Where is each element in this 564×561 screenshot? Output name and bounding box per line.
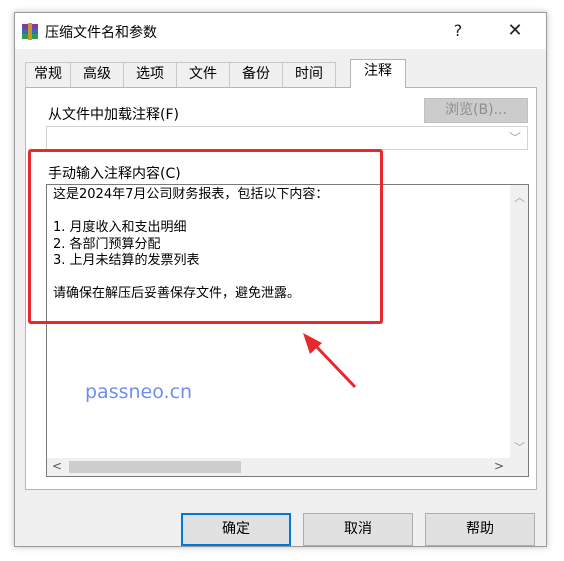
- chevron-down-icon[interactable]: ﹀: [509, 129, 521, 146]
- manual-comment-label: 手动输入注释内容(C): [48, 166, 181, 182]
- title-bar: 压缩文件名和参数 ? ✕: [15, 13, 546, 49]
- tab-files[interactable]: 文件: [176, 62, 230, 87]
- close-icon[interactable]: ✕: [500, 19, 530, 43]
- comment-line: 1. 月度收入和支出明细: [53, 220, 187, 235]
- comment-line: 3. 上月未结算的发票列表: [53, 253, 200, 268]
- watermark: passneo.cn: [85, 381, 193, 403]
- comment-textarea[interactable]: 这是2024年7月公司财务报表，包括以下内容： 1. 月度收入和支出明细 2. …: [46, 184, 529, 477]
- scroll-up-icon[interactable]: ︿: [514, 189, 525, 205]
- comment-file-combo[interactable]: ﹀: [46, 126, 528, 150]
- comment-line: [53, 270, 508, 287]
- cancel-button[interactable]: 取消: [303, 513, 413, 546]
- comment-panel: 从文件中加载注释(F) 浏览(B)... ﹀ 手动输入注释内容(C) 这是202…: [25, 87, 537, 490]
- load-comment-label: 从文件中加载注释(F): [48, 107, 179, 123]
- comment-line: [53, 204, 508, 221]
- horizontal-scrollbar[interactable]: < >: [47, 458, 528, 476]
- tab-time[interactable]: 时间: [282, 62, 336, 87]
- tab-backup[interactable]: 备份: [229, 62, 283, 87]
- comment-line: 请确保在解压后妥善保存文件，避免泄露。: [53, 286, 301, 301]
- comment-text: 这是2024年7月公司财务报表，包括以下内容： 1. 月度收入和支出明细 2. …: [53, 187, 508, 303]
- winrar-icon: [22, 23, 38, 40]
- comment-line: 2. 各部门预算分配: [53, 236, 161, 252]
- scroll-right-icon[interactable]: >: [494, 459, 504, 473]
- comment-line: 这是2024年7月公司财务报表，包括以下内容：: [53, 187, 329, 202]
- dialog-window: 压缩文件名和参数 ? ✕ 常规 高级 选项 文件 备份 时间 注释 从文件中加载…: [14, 12, 547, 547]
- browse-button[interactable]: 浏览(B)...: [424, 98, 528, 123]
- scroll-left-icon[interactable]: <: [52, 459, 62, 473]
- tab-options[interactable]: 选项: [123, 62, 177, 87]
- tab-comment[interactable]: 注释: [350, 59, 406, 88]
- tab-general[interactable]: 常规: [25, 62, 71, 87]
- ok-button[interactable]: 确定: [181, 513, 291, 546]
- tab-advanced[interactable]: 高级: [70, 62, 124, 87]
- help-button[interactable]: 帮助: [425, 513, 535, 546]
- help-icon[interactable]: ?: [443, 19, 473, 43]
- scrollbar-thumb[interactable]: [69, 461, 241, 473]
- window-title: 压缩文件名和参数: [45, 25, 157, 41]
- vertical-scrollbar[interactable]: ︿ ﹀: [510, 185, 528, 459]
- scroll-down-icon[interactable]: ﹀: [514, 439, 525, 455]
